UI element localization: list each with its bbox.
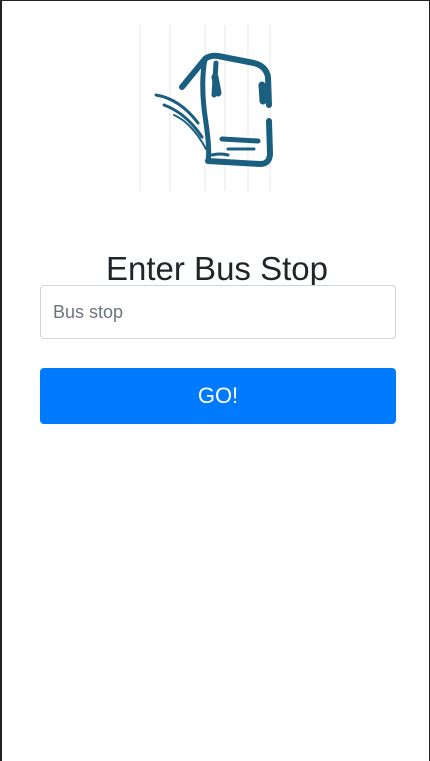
page-frame: Enter Bus Stop GO! <box>0 0 430 761</box>
bus-icon <box>139 25 273 191</box>
bus-stop-input[interactable] <box>40 285 396 339</box>
bus-logo <box>130 25 296 191</box>
go-button[interactable]: GO! <box>40 368 396 424</box>
page-title: Enter Bus Stop <box>106 250 328 288</box>
